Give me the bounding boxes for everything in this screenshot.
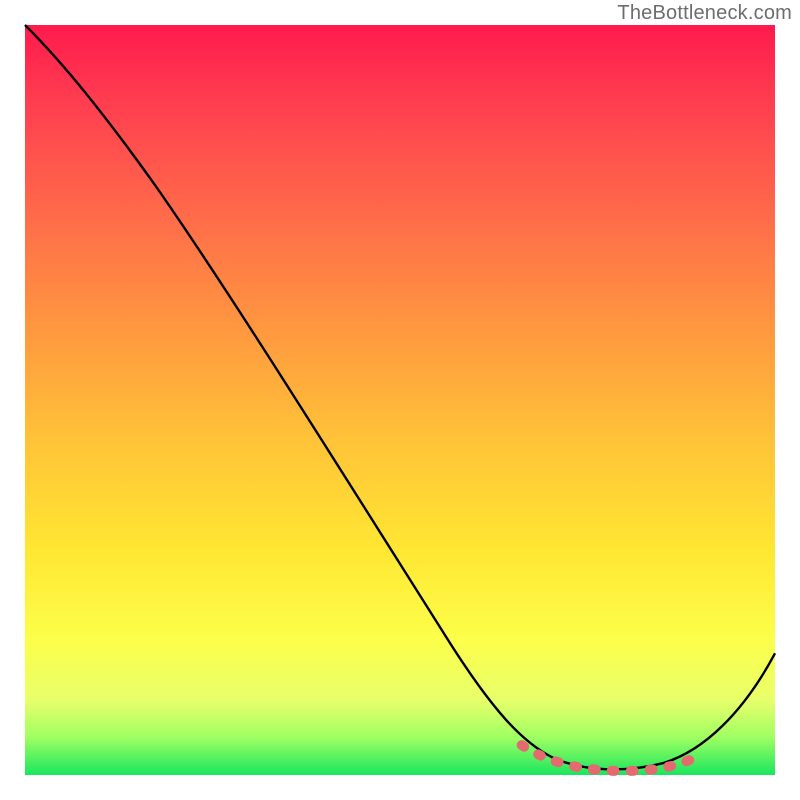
bottleneck-chart: TheBottleneck.com xyxy=(0,0,800,800)
curve-layer xyxy=(25,25,775,775)
watermark-text: TheBottleneck.com xyxy=(617,2,792,25)
plot-area xyxy=(24,24,776,776)
bottleneck-curve xyxy=(25,25,775,769)
